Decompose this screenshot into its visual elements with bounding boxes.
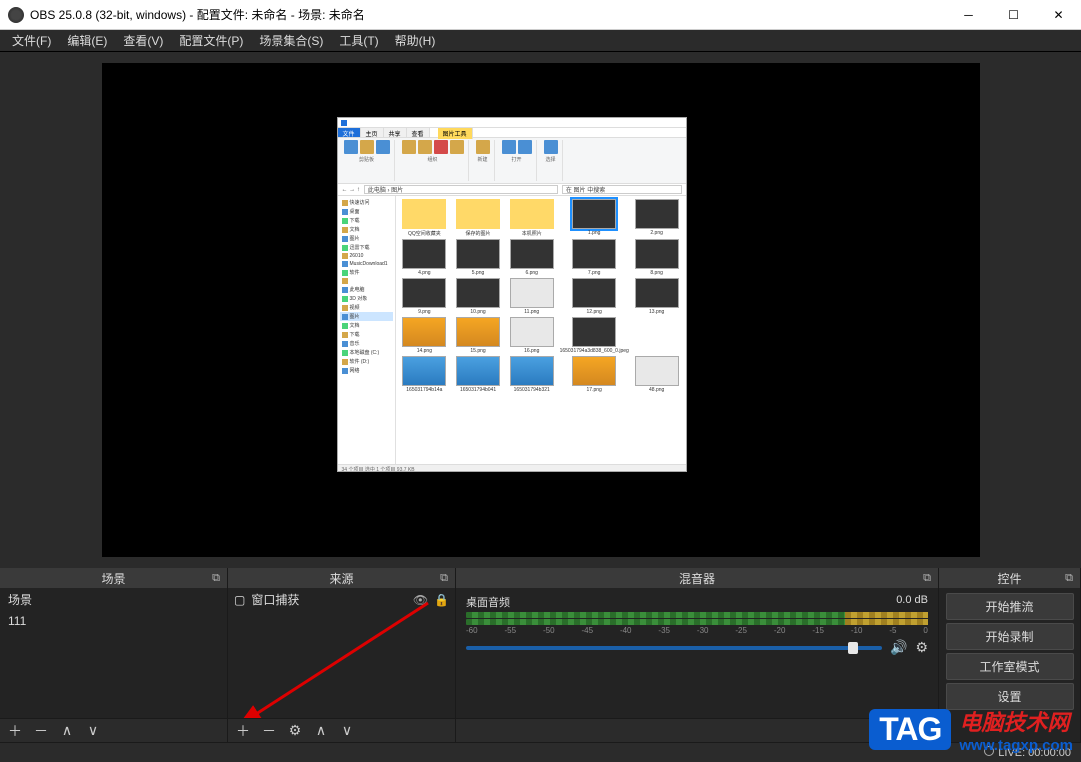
window-title: OBS 25.0.8 (32-bit, windows) - 配置文件: 未命名… — [30, 6, 946, 23]
fe-tab-file: 文件 — [338, 128, 361, 137]
source-down-button[interactable]: ∨ — [338, 722, 356, 739]
start-recording-button[interactable]: 开始录制 — [946, 623, 1074, 650]
track-settings-icon[interactable]: ⚙ — [915, 639, 928, 656]
volume-slider[interactable] — [466, 646, 882, 650]
fe-tab-home: 主页 — [361, 128, 384, 137]
remove-scene-button[interactable]: － — [32, 721, 50, 741]
preview-area: 文件 主页 共享 查看 图片工具 剪贴板 组织 新建 打开 选择 ← → ↑ 此… — [0, 52, 1081, 568]
watermark-line2: www.tagxp.com — [959, 737, 1073, 754]
fe-content: QQ空间收藏夹保存的图片本机照片1.png2.png4.png5.png6.pn… — [396, 196, 686, 464]
sources-list[interactable]: ▢ 窗口捕获 👁 🔒 — [228, 588, 455, 718]
sources-toolbar: ＋ － ⚙ ∧ ∨ — [228, 718, 455, 742]
fe-ribbon: 剪贴板 组织 新建 打开 选择 — [338, 138, 686, 184]
fe-tabs: 文件 主页 共享 查看 图片工具 — [338, 128, 686, 138]
obs-logo-icon — [8, 7, 24, 23]
watermark-line1: 电脑技术网 — [959, 705, 1073, 737]
watermark-tag: TAG — [869, 709, 951, 750]
audio-meter — [466, 612, 928, 618]
scene-item[interactable]: 场景 — [0, 588, 227, 611]
scenes-panel: 场景 ⧉ 场景 111 ＋ － ∧ ∨ — [0, 568, 228, 742]
mixer-panel: 混音器 ⧉ 桌面音频 0.0 dB -60-55-50-45-40-35-30-… — [456, 568, 939, 742]
window-controls: ─ ☐ ✕ — [946, 0, 1081, 30]
mixer-title: 混音器 — [679, 570, 715, 587]
add-scene-button[interactable]: ＋ — [6, 721, 24, 741]
scenes-list[interactable]: 场景 111 — [0, 588, 227, 718]
scenes-toolbar: ＋ － ∧ ∨ — [0, 718, 227, 742]
start-streaming-button[interactable]: 开始推流 — [946, 593, 1074, 620]
controls-title: 控件 — [997, 570, 1021, 587]
watermark: TAG 电脑技术网 www.tagxp.com — [869, 705, 1073, 754]
menu-profile[interactable]: 配置文件(P) — [171, 30, 251, 51]
annotation-arrow — [238, 598, 448, 718]
source-settings-button[interactable]: ⚙ — [286, 722, 304, 739]
scenes-title: 场景 — [101, 570, 125, 587]
mixer-track: 桌面音频 0.0 dB -60-55-50-45-40-35-30-25-20-… — [456, 588, 938, 662]
track-name: 桌面音频 — [466, 594, 510, 610]
maximize-button[interactable]: ☐ — [991, 0, 1036, 30]
studio-mode-button[interactable]: 工作室模式 — [946, 653, 1074, 680]
source-label: 窗口捕获 — [251, 591, 299, 608]
captured-window: 文件 主页 共享 查看 图片工具 剪贴板 组织 新建 打开 选择 ← → ↑ 此… — [337, 117, 687, 472]
scene-item[interactable]: 111 — [0, 611, 227, 631]
popout-icon[interactable]: ⧉ — [437, 571, 451, 585]
mixer-footer — [456, 718, 938, 742]
lock-icon[interactable]: 🔒 — [434, 593, 449, 607]
menu-view[interactable]: 查看(V) — [115, 30, 171, 51]
speaker-icon[interactable]: 🔊 — [890, 639, 907, 656]
remove-source-button[interactable]: － — [260, 721, 278, 741]
fe-sidebar: 快速访问桌面下载文档图片迅雷下载26010MusicDownload1软件 此电… — [338, 196, 396, 464]
menu-help[interactable]: 帮助(H) — [387, 30, 444, 51]
mixer-header: 混音器 ⧉ — [456, 568, 938, 588]
scene-down-button[interactable]: ∨ — [84, 722, 102, 739]
audio-meter — [466, 619, 928, 625]
window-capture-icon: ▢ — [234, 593, 245, 607]
visibility-icon[interactable]: 👁 — [413, 593, 428, 607]
menu-scene-collection[interactable]: 场景集合(S) — [251, 30, 331, 51]
menu-tools[interactable]: 工具(T) — [331, 30, 386, 51]
menu-file[interactable]: 文件(F) — [4, 30, 59, 51]
fe-statusbar: 34 个项目 选中 1 个项目 93.7 KB — [338, 464, 686, 472]
sources-title: 来源 — [329, 570, 353, 587]
scene-up-button[interactable]: ∧ — [58, 722, 76, 739]
sources-panel: 来源 ⧉ ▢ 窗口捕获 👁 🔒 ＋ － ⚙ ∧ ∨ — [228, 568, 456, 742]
source-up-button[interactable]: ∧ — [312, 722, 330, 739]
db-scale: -60-55-50-45-40-35-30-25-20-15-10-50 — [466, 626, 928, 635]
close-button[interactable]: ✕ — [1036, 0, 1081, 30]
preview-canvas[interactable]: 文件 主页 共享 查看 图片工具 剪贴板 组织 新建 打开 选择 ← → ↑ 此… — [102, 63, 980, 557]
fe-tab-share: 共享 — [384, 128, 407, 137]
menu-edit[interactable]: 编辑(E) — [59, 30, 115, 51]
controls-header: 控件 ⧉ — [939, 568, 1080, 588]
menubar: 文件(F) 编辑(E) 查看(V) 配置文件(P) 场景集合(S) 工具(T) … — [0, 30, 1081, 52]
scenes-header: 场景 ⧉ — [0, 568, 227, 588]
fe-tab-view: 查看 — [407, 128, 430, 137]
source-item[interactable]: ▢ 窗口捕获 👁 🔒 — [228, 588, 455, 611]
popout-icon[interactable]: ⧉ — [920, 571, 934, 585]
sources-header: 来源 ⧉ — [228, 568, 455, 588]
minimize-button[interactable]: ─ — [946, 0, 991, 30]
popout-icon[interactable]: ⧉ — [1062, 571, 1076, 585]
popout-icon[interactable]: ⧉ — [209, 571, 223, 585]
track-db: 0.0 dB — [896, 594, 928, 610]
fe-titlebar — [338, 118, 686, 128]
fe-addressbar: ← → ↑ 此电脑 › 图片 在 图片 中搜索 — [338, 184, 686, 196]
add-source-button[interactable]: ＋ — [234, 721, 252, 741]
fe-tab-pictools: 图片工具 — [438, 128, 473, 139]
window-titlebar: OBS 25.0.8 (32-bit, windows) - 配置文件: 未命名… — [0, 0, 1081, 30]
